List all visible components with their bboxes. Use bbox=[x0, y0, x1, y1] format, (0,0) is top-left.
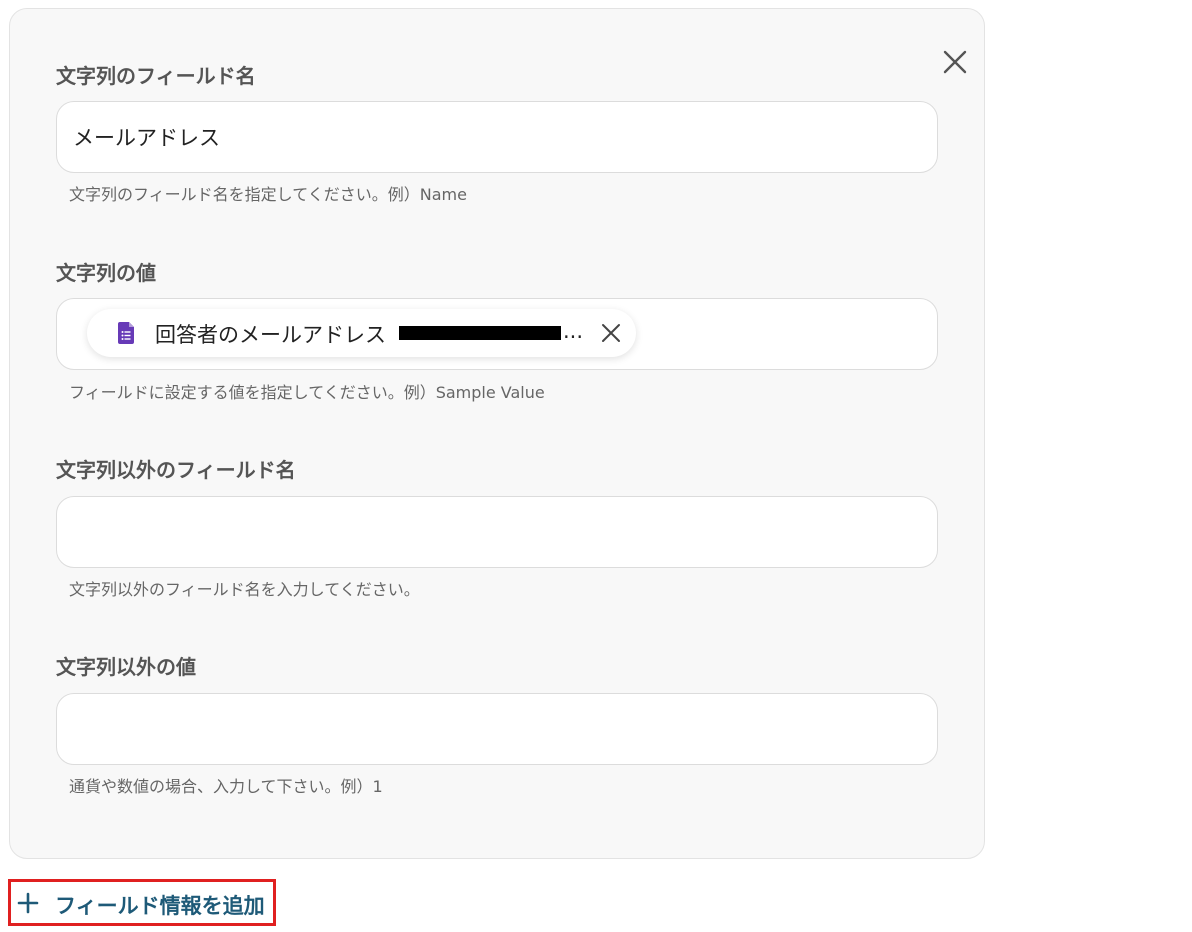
close-icon[interactable] bbox=[940, 47, 970, 77]
variable-chip-label: 回答者のメールアドレス bbox=[155, 323, 386, 347]
google-forms-icon bbox=[118, 322, 134, 344]
non-string-value-label: 文字列以外の値 bbox=[56, 655, 196, 679]
variable-chip[interactable]: 回答者のメールアドレス ... bbox=[87, 309, 636, 357]
add-field-info-label: フィールド情報を追加 bbox=[55, 894, 265, 918]
non-string-field-name-label: 文字列以外のフィールド名 bbox=[56, 458, 296, 482]
non-string-field-name-help: 文字列以外のフィールド名を入力してください。 bbox=[69, 580, 420, 599]
string-field-name-label: 文字列のフィールド名 bbox=[56, 64, 256, 88]
string-value-label: 文字列の値 bbox=[56, 261, 156, 285]
variable-chip-ellipsis: ... bbox=[563, 319, 584, 343]
chip-remove-icon[interactable] bbox=[601, 323, 621, 343]
add-field-info-button[interactable]: フィールド情報を追加 bbox=[8, 879, 276, 926]
non-string-value-help: 通貨や数値の場合、入力して下さい。例）1 bbox=[69, 777, 383, 796]
string-field-name-help: 文字列のフィールド名を指定してください。例）Name bbox=[69, 185, 467, 204]
plus-icon bbox=[17, 892, 39, 914]
redacted-text bbox=[399, 326, 561, 340]
string-value-help: フィールドに設定する値を指定してください。例）Sample Value bbox=[69, 383, 545, 402]
non-string-value-input[interactable] bbox=[56, 693, 938, 765]
non-string-field-name-input[interactable] bbox=[56, 496, 938, 568]
string-field-name-input[interactable]: メールアドレス bbox=[56, 101, 938, 173]
string-field-name-value: メールアドレス bbox=[73, 126, 220, 150]
